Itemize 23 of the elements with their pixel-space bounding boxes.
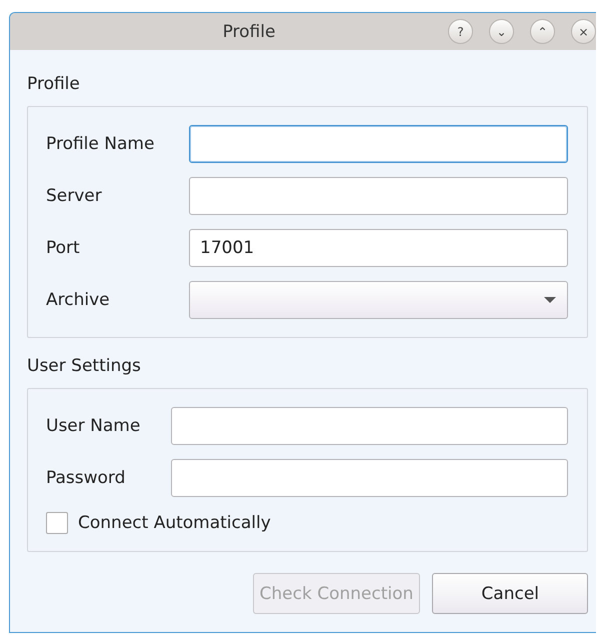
field-label: User Name bbox=[46, 416, 142, 436]
field-label: Archive bbox=[46, 290, 111, 310]
checkbox[interactable] bbox=[46, 512, 68, 534]
input-field[interactable] bbox=[189, 125, 568, 163]
input-field[interactable]: 17001 bbox=[189, 229, 568, 267]
group-title: Profile bbox=[27, 74, 81, 96]
field-label: Profile Name bbox=[46, 134, 156, 154]
maximize-button[interactable]: ⌃ bbox=[530, 19, 555, 44]
window-title: Profile bbox=[222, 22, 276, 42]
checkbox-label[interactable]: Connect Automatically bbox=[78, 513, 271, 533]
help-button[interactable]: ? bbox=[448, 19, 473, 44]
input-field[interactable] bbox=[171, 459, 568, 497]
dropdown-arrow-icon bbox=[543, 296, 557, 304]
input-field[interactable] bbox=[189, 177, 568, 215]
archive-dropdown[interactable] bbox=[189, 281, 568, 319]
close-button[interactable]: × bbox=[571, 19, 596, 44]
input-field[interactable] bbox=[171, 407, 568, 445]
field-label: Password bbox=[46, 468, 126, 488]
field-label: Server bbox=[46, 186, 103, 206]
minimize-button[interactable]: ⌄ bbox=[489, 19, 514, 44]
cancel-button[interactable]: Cancel bbox=[432, 573, 588, 614]
group-title: User Settings bbox=[27, 356, 142, 378]
field-label: Port bbox=[46, 238, 81, 258]
